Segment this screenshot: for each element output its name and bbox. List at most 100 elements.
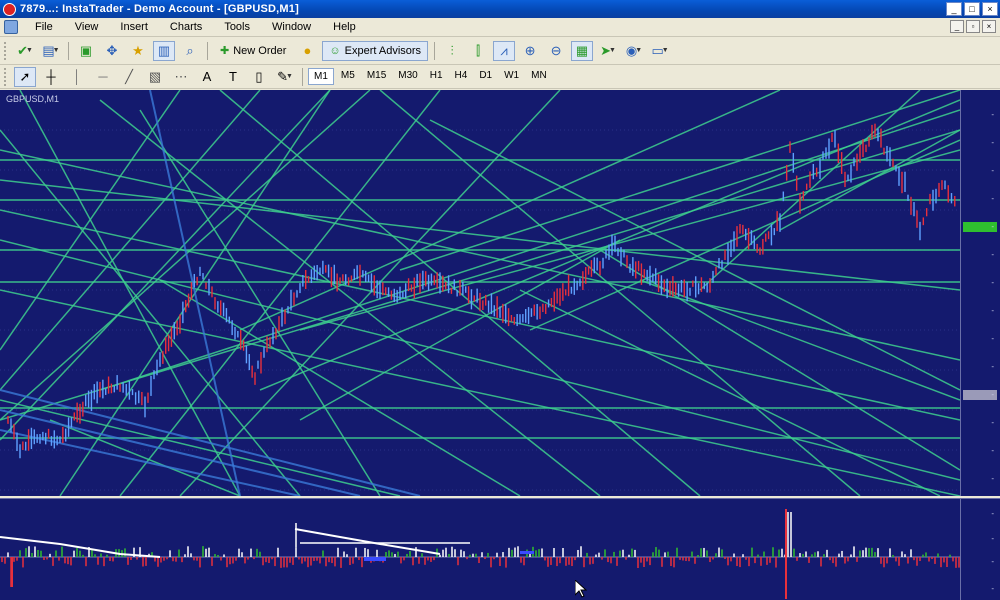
period-m1[interactable]: M1 [308, 68, 334, 85]
period-h4[interactable]: H4 [450, 68, 473, 85]
price-tick-mark: - [991, 138, 994, 147]
text-label-icon[interactable]: T [222, 67, 244, 87]
indicator-canvas[interactable] [0, 499, 960, 600]
new-order-button[interactable]: ✚ New Order [214, 41, 292, 61]
document-icon[interactable] [4, 20, 18, 34]
line-chart-icon[interactable]: ⩘ [493, 40, 516, 61]
price-chart[interactable]: GBPUSD,M1 [0, 90, 960, 496]
mdi-controls: _ ▫ × [950, 20, 996, 33]
price-tick-mark: - [991, 166, 994, 175]
terminal-icon[interactable]: ▥ [153, 40, 175, 61]
crosshair-move-icon[interactable]: ✥ [101, 41, 123, 61]
toolbar-grip[interactable] [4, 67, 8, 86]
expert-advisors-icon: ☺ [329, 44, 341, 57]
mdi-close-button[interactable]: × [982, 20, 996, 33]
trendline-icon[interactable]: ╱ [118, 67, 140, 87]
toolbar-separator [302, 67, 303, 86]
horizontal-line-icon[interactable]: ─ [92, 67, 114, 87]
menu-window[interactable]: Window [261, 21, 322, 33]
blue-trendline [0, 409, 361, 496]
period-w1[interactable]: W1 [499, 68, 524, 85]
strategy-tester-icon[interactable]: ⌕ [179, 41, 201, 61]
period-m15[interactable]: M15 [362, 68, 391, 85]
period-d1[interactable]: D1 [474, 68, 497, 85]
menu-file[interactable]: File [24, 21, 64, 33]
period-h1[interactable]: H1 [425, 68, 448, 85]
indicator-tick-mark: - [991, 557, 994, 566]
tile-windows-icon[interactable]: ▦ [571, 40, 594, 61]
fibonacci-icon[interactable]: ⋯ [170, 67, 192, 87]
zoom-in-icon[interactable]: ⊕ [519, 41, 541, 61]
period-mn[interactable]: MN [526, 68, 552, 85]
trendline [399, 90, 960, 271]
app-icon [3, 2, 16, 16]
title-bar: 7879...: InstaTrader - Demo Account - [G… [0, 0, 1000, 18]
auto-scroll-icon[interactable]: ➤ ▼ [597, 41, 619, 61]
period-m30[interactable]: M30 [393, 68, 422, 85]
period-m5[interactable]: M5 [336, 68, 360, 85]
menu-help[interactable]: Help [322, 21, 367, 33]
candlestick-icon[interactable]: ⫿ [467, 41, 489, 61]
maximize-button[interactable]: □ [964, 2, 980, 16]
chart-canvas[interactable] [0, 90, 960, 496]
trendline [599, 249, 960, 471]
window-controls: _ □ × [946, 2, 998, 16]
trendline [299, 149, 960, 331]
profiles-icon[interactable]: ▤ ▼ [40, 41, 62, 61]
menu-tools[interactable]: Tools [213, 21, 261, 33]
cursor-icon[interactable]: ➚ [14, 66, 36, 87]
bar-chart-icon[interactable]: ⫶ [441, 41, 463, 61]
templates-icon[interactable]: ▭ ▼ [649, 41, 671, 61]
trendline [699, 90, 921, 291]
toolbar-grip[interactable] [4, 41, 8, 60]
indicator-tick-mark: - [991, 534, 994, 543]
arrow-icon[interactable]: ▯ [248, 67, 270, 87]
blue-trendline [149, 90, 241, 496]
blue-trendline [0, 429, 301, 496]
menu-insert[interactable]: Insert [109, 21, 159, 33]
toolbar-separator [434, 41, 436, 60]
price-tick-mark: - [991, 250, 994, 259]
vertical-line-icon[interactable]: │ [66, 67, 88, 87]
navigator-icon[interactable]: ★ [127, 41, 149, 61]
price-tick-mark: - [991, 362, 994, 371]
price-tick-mark: - [991, 278, 994, 287]
zoom-out-icon[interactable]: ⊖ [545, 41, 567, 61]
close-button[interactable]: × [982, 2, 998, 16]
histogram-highlight [364, 557, 386, 561]
objects-icon[interactable]: ✎ ▼ [274, 67, 296, 87]
trendline [0, 399, 401, 496]
price-scale[interactable]: - - - - - - - - - - - - - - [960, 90, 1000, 496]
menu-charts[interactable]: Charts [159, 21, 213, 33]
mdi-restore-button[interactable]: ▫ [966, 20, 980, 33]
expert-advisors-button[interactable]: ☺ Expert Advisors [322, 40, 429, 61]
crosshair-icon[interactable]: ┼ [40, 67, 62, 87]
mdi-minimize-button[interactable]: _ [950, 20, 964, 33]
trendline [0, 90, 331, 441]
toolbar-separator [68, 41, 69, 60]
metaeditor-icon[interactable]: ● [296, 41, 318, 61]
price-tick-mark: - [991, 110, 994, 119]
indicator-window[interactable] [0, 498, 960, 600]
minimize-button[interactable]: _ [946, 2, 962, 16]
new-order-icon: ✚ [220, 45, 230, 57]
indicator-tick-mark: - [991, 584, 994, 593]
indicator-scale[interactable]: - - - - [960, 498, 1000, 600]
menu-view[interactable]: View [64, 21, 110, 33]
price-tick-mark: - [991, 222, 994, 231]
chart-symbol-label: GBPUSD,M1 [6, 94, 60, 104]
price-tick-mark: - [991, 446, 994, 455]
chart-shift-icon[interactable]: ◉ ▼ [623, 41, 645, 61]
channel-icon[interactable]: ▧ [144, 67, 166, 87]
trendline [0, 209, 960, 421]
text-icon[interactable]: A [196, 67, 218, 87]
indicator-tick-mark: - [991, 509, 994, 518]
terminal-window: 7879...: InstaTrader - Demo Account - [G… [0, 0, 1000, 600]
trendline [0, 149, 960, 361]
trendline [639, 279, 960, 401]
trendline [179, 90, 561, 496]
price-tick-mark: - [991, 334, 994, 343]
market-watch-icon[interactable]: ▣ [75, 41, 97, 61]
trendline [519, 289, 941, 496]
new-chart-icon[interactable]: ✔ ▼ [14, 41, 36, 61]
